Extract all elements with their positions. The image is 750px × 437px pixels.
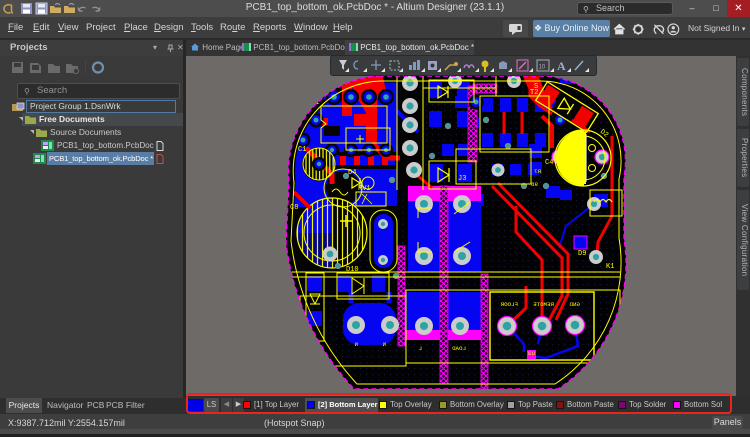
svg-text:D4: D4	[348, 169, 356, 177]
svg-text:S: S	[534, 83, 538, 91]
svg-text:FLOOR: FLOOR	[500, 301, 518, 308]
svg-text:N: N	[354, 341, 358, 348]
svg-text:C4: C4	[545, 159, 553, 167]
svg-text:J3: J3	[458, 175, 466, 183]
svg-text:LOAD: LOAD	[452, 345, 466, 352]
svg-text:K1: K1	[606, 263, 614, 271]
svg-text:C1: C1	[298, 146, 306, 154]
svg-text:10: 10	[539, 65, 546, 71]
svg-text:N: N	[382, 341, 386, 348]
svg-text:U3: U3	[528, 350, 535, 357]
svg-text:D10: D10	[346, 266, 359, 274]
svg-text:REMOTE: REMOTE	[533, 301, 554, 308]
svg-text:R7: R7	[534, 168, 541, 175]
svg-text:L: L	[418, 345, 422, 352]
svg-text:A: A	[557, 59, 566, 73]
svg-text:96: 96	[531, 181, 538, 188]
svg-text:GND: GND	[569, 301, 580, 308]
svg-text:C8: C8	[290, 204, 298, 212]
svg-text:RV1: RV1	[358, 185, 371, 193]
svg-text:D9: D9	[578, 250, 586, 258]
